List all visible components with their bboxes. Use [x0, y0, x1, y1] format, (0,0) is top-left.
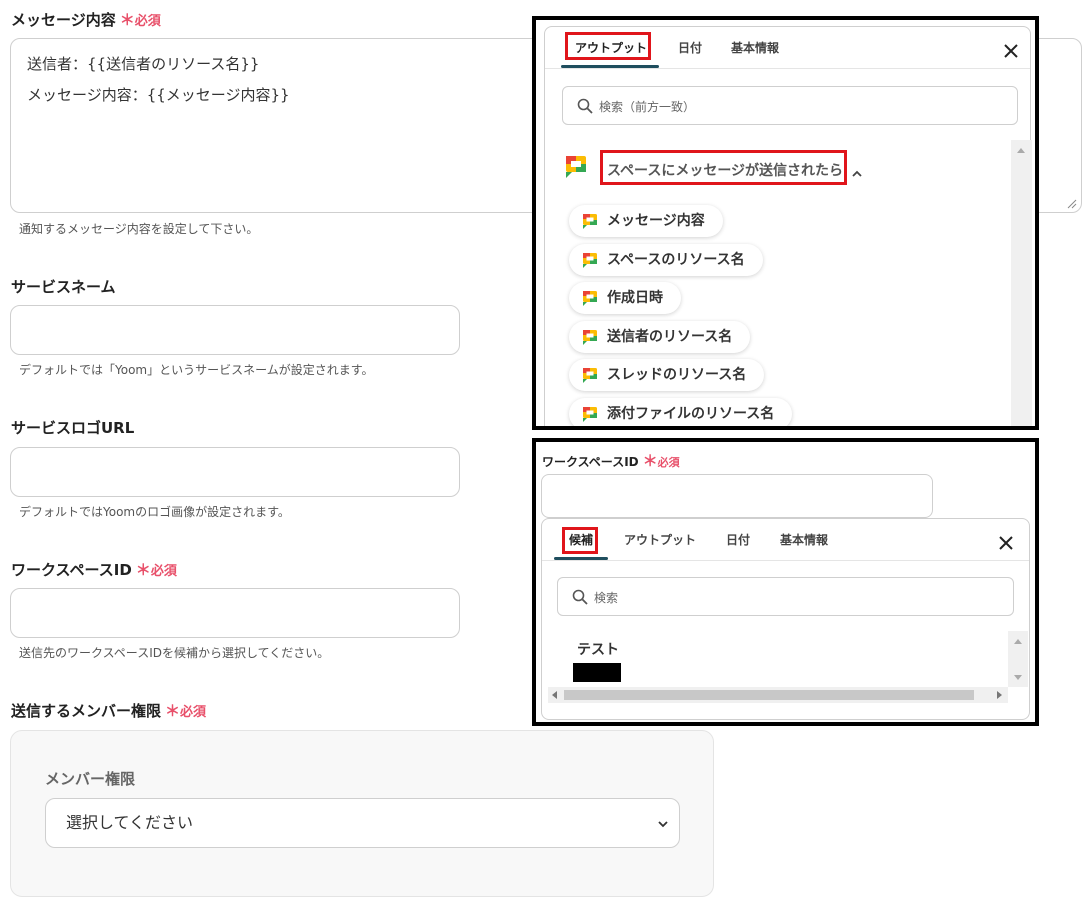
- message-content-hint: 通知するメッセージ内容を設定して下さい。: [19, 222, 259, 236]
- workspace-id-hint: 送信先のワークスペースIDを候補から選択してください。: [19, 646, 330, 660]
- candidate-hscrollbar[interactable]: [548, 687, 1008, 703]
- highlight-box: [562, 527, 598, 554]
- google-chat-icon: [583, 291, 597, 306]
- close-icon[interactable]: [998, 535, 1014, 551]
- tab-basic-info[interactable]: 基本情報: [731, 39, 779, 56]
- tab-active-underline: [554, 557, 608, 560]
- message-content-label: メッセージ内容 ＊必須: [11, 11, 161, 29]
- scroll-up-icon[interactable]: [1014, 639, 1022, 644]
- required-badge: ＊必須: [642, 452, 680, 470]
- output-item-chip[interactable]: スレッドのリソース名: [569, 359, 765, 391]
- search-icon: [577, 98, 593, 114]
- google-chat-icon: [583, 368, 597, 383]
- required-badge: ＊必須: [165, 702, 207, 720]
- output-item-chip[interactable]: メッセージ内容: [569, 205, 723, 237]
- output-search-input[interactable]: 検索（前方一致）: [562, 86, 1018, 125]
- service-logo-input[interactable]: [10, 447, 460, 497]
- scroll-thumb[interactable]: [564, 690, 974, 700]
- google-chat-icon: [566, 156, 586, 178]
- output-panel-tabs: アウトプット 日付 基本情報: [545, 27, 1030, 69]
- trigger-section-title[interactable]: スペースにメッセージが送信されたら: [607, 160, 843, 180]
- close-icon[interactable]: [1003, 43, 1019, 59]
- service-name-label: サービスネーム: [11, 278, 116, 296]
- resize-handle-icon[interactable]: [1067, 199, 1077, 209]
- tab-output[interactable]: アウトプット: [624, 531, 696, 548]
- scroll-up-icon[interactable]: [1017, 148, 1025, 153]
- tab-date[interactable]: 日付: [726, 531, 750, 548]
- member-permission-select[interactable]: 選択してください: [45, 798, 680, 848]
- service-logo-label: サービスロゴURL: [11, 419, 135, 437]
- chevron-down-icon: [658, 821, 668, 828]
- chevron-up-icon[interactable]: [851, 168, 863, 178]
- tab-date[interactable]: 日付: [678, 39, 702, 56]
- service-name-hint: デフォルトでは「Yoom」というサービスネームが設定されます。: [19, 363, 374, 377]
- highlight-box: [565, 32, 651, 60]
- service-logo-hint: デフォルトではYoomのロゴ画像が設定されます。: [19, 505, 290, 519]
- output-item-chip[interactable]: 添付ファイルのリソース名: [569, 398, 793, 426]
- google-chat-icon: [583, 214, 597, 229]
- required-badge: ＊必須: [119, 11, 161, 29]
- tab-active-underline: [561, 65, 659, 68]
- output-item-chip[interactable]: 作成日時: [569, 282, 681, 314]
- output-item-chip[interactable]: スペースのリソース名: [569, 244, 763, 276]
- member-permission-box: メンバー権限 選択してください: [10, 730, 714, 897]
- candidate-result-title[interactable]: テスト: [577, 639, 619, 659]
- output-panel-screenshot: アウトプット 日付 基本情報 検索（前方一致） スペースにメッセージが送信された…: [532, 16, 1039, 430]
- google-chat-icon: [583, 253, 597, 268]
- member-permission-label: 送信するメンバー権限 ＊必須: [11, 702, 207, 720]
- output-scrollbar[interactable]: [1011, 140, 1032, 426]
- required-badge: ＊必須: [135, 561, 177, 579]
- scroll-down-icon[interactable]: [1014, 675, 1022, 680]
- google-chat-icon: [583, 330, 597, 345]
- output-panel: アウトプット 日付 基本情報 検索（前方一致） スペースにメッセージが送信された…: [544, 26, 1032, 426]
- candidate-panel-screenshot: ワークスペースID ＊必須 候補 アウトプット 日付 基本情報 検索 テスト: [532, 438, 1039, 726]
- output-item-chip[interactable]: 送信者のリソース名: [569, 321, 751, 353]
- google-chat-icon: [583, 407, 597, 422]
- scroll-left-icon[interactable]: [552, 691, 557, 699]
- candidate-scrollbar[interactable]: [1008, 631, 1028, 687]
- candidate-panel-tabs: 候補 アウトプット 日付 基本情報: [542, 519, 1029, 561]
- redacted-id: [573, 663, 621, 682]
- member-permission-inner-label: メンバー権限: [45, 770, 136, 788]
- candidate-search-input[interactable]: 検索: [557, 577, 1014, 616]
- service-name-input[interactable]: [10, 305, 460, 355]
- workspace-id-input[interactable]: [541, 474, 933, 518]
- tab-basic-info[interactable]: 基本情報: [780, 531, 828, 548]
- workspace-id-input[interactable]: [10, 588, 460, 638]
- workspace-id-label: ワークスペースID ＊必須: [542, 452, 680, 470]
- scroll-right-icon[interactable]: [997, 691, 1002, 699]
- search-icon: [572, 589, 588, 605]
- workspace-id-label: ワークスペースID ＊必須: [11, 561, 177, 579]
- candidate-panel: 候補 アウトプット 日付 基本情報 検索 テスト: [541, 518, 1030, 720]
